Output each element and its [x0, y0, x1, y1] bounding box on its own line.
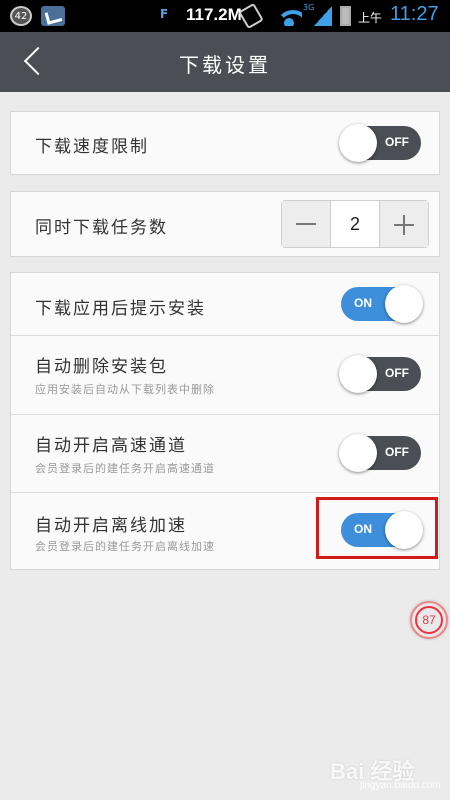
signal-icon	[314, 6, 332, 26]
concurrent-tasks-stepper: 2	[281, 200, 429, 248]
toggle-knob	[339, 355, 377, 393]
page-title: 下载设置	[179, 53, 271, 77]
setting-label: 自动开启高速通道	[35, 436, 187, 456]
toggle-state: OFF	[385, 445, 409, 459]
stepper-value[interactable]: 2	[330, 201, 380, 247]
setting-description: 应用安装后自动从下载列表中删除	[35, 383, 215, 396]
setting-description: 会员登录后的建任务开启离线加速	[35, 540, 215, 553]
toggle-state: ON	[354, 296, 372, 310]
prompt-install-toggle[interactable]: ON	[341, 285, 423, 323]
toggle-knob	[385, 285, 423, 323]
setting-label: 下载速度限制	[35, 137, 149, 157]
toggle-knob	[339, 124, 377, 162]
decrement-button[interactable]	[282, 201, 330, 247]
status-bar: 42 F 117.2M 3G 上午 11:27	[0, 0, 450, 32]
setting-label: 下载应用后提示安装	[35, 299, 206, 319]
setting-row-prompt-install[interactable]: 下载应用后提示安装 ON	[11, 273, 439, 335]
high-speed-toggle[interactable]: OFF	[339, 434, 421, 472]
setting-row-concurrent: 同时下载任务数 2	[11, 192, 439, 256]
floating-badge-value: 87	[415, 606, 443, 634]
concurrent-tasks-card: 同时下载任务数 2	[10, 191, 440, 257]
speed-limit-toggle[interactable]: OFF	[339, 124, 421, 162]
increment-button[interactable]	[380, 201, 428, 247]
setting-label: 自动开启离线加速	[35, 516, 187, 536]
setting-label: 自动删除安装包	[35, 357, 168, 377]
toggle-state: OFF	[385, 366, 409, 380]
notification-badge: 42	[10, 6, 32, 26]
app-notification-icon	[41, 6, 65, 26]
title-bar: 下载设置	[0, 32, 450, 92]
data-rate: 117.2M	[186, 5, 242, 24]
toggle-knob	[339, 434, 377, 472]
download-flag-icon: F	[160, 7, 169, 21]
floating-assistant-button[interactable]: 87	[410, 601, 448, 639]
setting-row-auto-delete[interactable]: 自动删除安装包 应用安装后自动从下载列表中删除 OFF	[11, 335, 439, 414]
toggle-state: OFF	[385, 135, 409, 149]
setting-row-speed-limit[interactable]: 下载速度限制 OFF	[11, 112, 439, 174]
setting-label: 同时下载任务数	[35, 218, 168, 238]
watermark-url: jingyan.baidu.com	[360, 780, 441, 791]
auto-delete-toggle[interactable]: OFF	[339, 355, 421, 393]
wifi-icon	[276, 6, 302, 26]
network-type: 3G	[303, 3, 315, 12]
rotation-icon	[238, 2, 264, 30]
am-pm: 上午	[358, 11, 383, 25]
setting-description: 会员登录后的建任务开启高速通道	[35, 462, 215, 475]
clock: 11:27	[390, 3, 439, 25]
setting-row-high-speed[interactable]: 自动开启高速通道 会员登录后的建任务开启高速通道 OFF	[11, 414, 439, 492]
battery-icon	[340, 6, 351, 26]
speed-limit-card: 下载速度限制 OFF	[10, 111, 440, 175]
highlight-box	[316, 497, 438, 559]
